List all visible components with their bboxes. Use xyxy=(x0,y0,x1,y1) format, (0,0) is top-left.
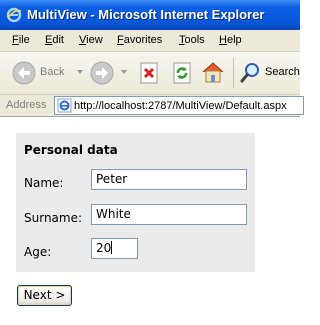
menu-tools[interactable]: Tools xyxy=(179,34,205,46)
menu-edit[interactable]: Edit xyxy=(45,34,64,46)
menu-help[interactable]: Help xyxy=(219,34,242,46)
address-bar: Address http://localhost:2787/MultiView/… xyxy=(0,95,304,117)
toolbar-separator xyxy=(233,58,234,88)
page-icon xyxy=(57,98,72,113)
home-icon[interactable] xyxy=(201,60,225,84)
ie-logo-icon xyxy=(6,7,22,23)
forward-button[interactable] xyxy=(90,61,114,85)
age-value: 20 xyxy=(96,241,112,255)
menu-favorites[interactable]: Favorites xyxy=(117,34,162,46)
surname-value: White xyxy=(96,207,131,221)
text-caret xyxy=(111,241,113,254)
name-value: Peter xyxy=(96,172,128,186)
address-input[interactable]: http://localhost:2787/MultiView/Default.… xyxy=(54,96,304,115)
back-button[interactable]: Back xyxy=(10,60,76,86)
age-input[interactable]: 20 xyxy=(91,238,138,259)
menu-file[interactable]: File xyxy=(12,34,30,46)
back-arrow-icon xyxy=(12,61,36,85)
forward-dropdown-icon[interactable] xyxy=(121,70,127,74)
title-bar: MultiView - Microsoft Internet Explorer xyxy=(0,0,300,30)
stop-icon[interactable] xyxy=(139,62,159,84)
name-label: Name: xyxy=(24,176,64,190)
toolbar: Back Search xyxy=(0,52,300,95)
back-dropdown-icon[interactable] xyxy=(77,70,83,74)
search-icon[interactable] xyxy=(240,61,262,83)
back-label: Back xyxy=(40,66,65,78)
refresh-icon[interactable] xyxy=(172,62,192,84)
surname-input[interactable]: White xyxy=(91,204,247,225)
name-input[interactable]: Peter xyxy=(91,169,247,190)
search-label[interactable]: Search xyxy=(265,66,300,78)
panel-title: Personal data xyxy=(24,143,118,157)
page-content: Personal data Name: Peter Surname: White… xyxy=(0,118,300,325)
age-label: Age: xyxy=(24,245,52,259)
window-title: MultiView - Microsoft Internet Explorer xyxy=(27,7,265,22)
menu-view[interactable]: View xyxy=(79,34,103,46)
surname-label: Surname: xyxy=(24,211,83,225)
address-label: Address xyxy=(6,99,47,111)
address-url: http://localhost:2787/MultiView/Default.… xyxy=(74,100,287,112)
menu-bar: File Edit View Favorites Tools Help xyxy=(0,30,300,52)
next-button[interactable]: Next > xyxy=(17,285,72,306)
personal-data-panel: Personal data Name: Peter Surname: White… xyxy=(16,133,255,272)
